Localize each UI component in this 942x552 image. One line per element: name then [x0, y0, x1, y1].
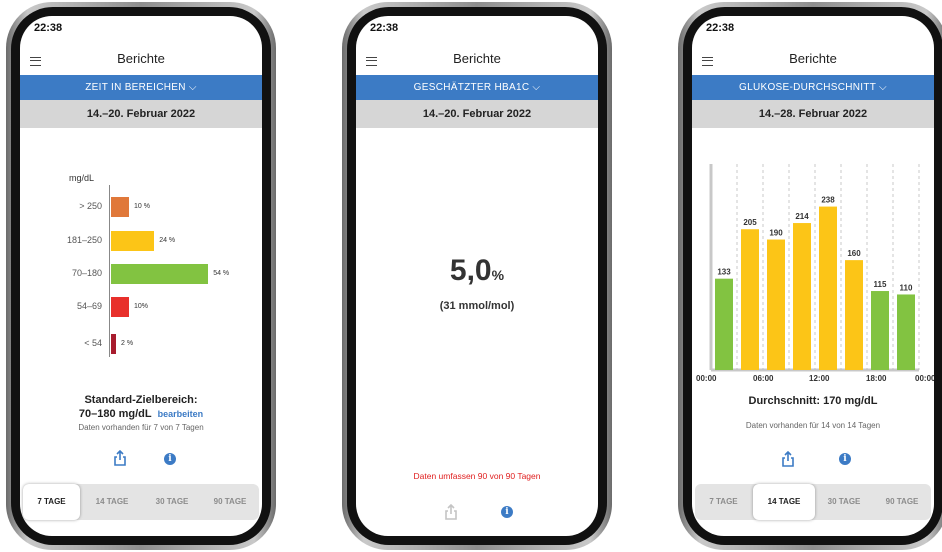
tab-14-tage[interactable]: 14 TAGE [81, 484, 143, 520]
tab-7-tage[interactable]: 7 TAGE [23, 484, 80, 520]
page-title: Berichte [453, 51, 501, 66]
page-title: Berichte [789, 51, 837, 66]
x-tick-label: 00:00 [696, 374, 717, 383]
tab-90-tage[interactable]: 90 TAGE [873, 484, 931, 520]
range-bar [111, 231, 155, 251]
screen-time-in-ranges: 22:38 Berichte ZEIT IN BEREICHEN ⌵ 14.–2… [20, 16, 262, 536]
share-icon [444, 503, 458, 525]
bar-value-label: 190 [769, 229, 783, 238]
phone-frame-hba1c: 22:38 Berichte GESCHÄTZTER HBA1C ⌵ 14.–2… [342, 2, 612, 550]
hba1c-number: 5,0 [449, 254, 492, 287]
range-bar [111, 334, 116, 354]
info-icon[interactable]: i [501, 506, 513, 518]
edit-target-link[interactable]: bearbeiten [158, 409, 204, 419]
report-selector[interactable]: ZEIT IN BEREICHEN ⌵ [20, 75, 262, 100]
hba1c-value: 5,0% [356, 254, 598, 288]
tab-90-tage[interactable]: 90 TAGE [201, 484, 259, 520]
range-row: 181–250 24 % [20, 231, 262, 251]
data-coverage-note: Daten umfassen 90 von 90 Tagen [413, 471, 541, 481]
range-row: > 250 10 % [20, 197, 262, 217]
glucose-bar [767, 239, 785, 370]
range-bar [111, 297, 129, 317]
glucose-bar [819, 206, 837, 370]
phone-frame-glucose-average: 22:38 Berichte GLUKOSE-DURCHSCHNITT ⌵ 14… [678, 2, 942, 550]
bar-value-label: 205 [743, 218, 757, 227]
range-percent: 24 % [159, 237, 176, 244]
glucose-bar [845, 260, 863, 370]
glucose-average-chart: 133 205 190 214 238 160 115 110 [709, 164, 920, 372]
range-label: < 54 [84, 338, 102, 348]
range-bar [111, 197, 129, 217]
glucose-bar [871, 291, 889, 370]
status-time: 22:38 [370, 22, 399, 34]
glucose-bar [715, 278, 733, 370]
data-available-text: Daten vorhanden für 14 von 14 Tagen [745, 421, 881, 430]
x-tick-label: 12:00 [809, 374, 830, 383]
hba1c-unit: % [491, 267, 505, 283]
range-row: 70–180 54 % [20, 264, 262, 284]
target-range-line: 70–180 mg/dL bearbeiten [20, 408, 262, 420]
period-tabs: 7 TAGE 14 TAGE 30 TAGE 90 TAGE [695, 484, 931, 520]
tab-30-tage[interactable]: 30 TAGE [815, 484, 873, 520]
target-range-title: Standard-Zielbereich: [84, 394, 198, 406]
range-row: < 54 2 % [20, 334, 262, 354]
range-percent: 54 % [213, 270, 230, 277]
date-range: 14.–28. Februar 2022 [692, 100, 934, 128]
range-label: 70–180 [71, 268, 102, 278]
bar-value-label: 133 [717, 268, 731, 277]
share-icon[interactable] [113, 449, 127, 471]
x-tick-label: 06:00 [753, 374, 774, 383]
data-available-text: Daten vorhanden für 7 von 7 Tagen [78, 423, 204, 432]
page-title: Berichte [117, 51, 165, 66]
glucose-bar [793, 223, 811, 370]
info-icon[interactable]: i [839, 453, 851, 465]
range-label: 181–250 [66, 235, 102, 245]
average-value: Durchschnitt: 170 mg/dL [748, 395, 878, 407]
tab-14-tage[interactable]: 14 TAGE [753, 484, 815, 520]
bar-value-label: 160 [847, 249, 861, 258]
status-time: 22:38 [34, 22, 63, 34]
date-range: 14.–20. Februar 2022 [356, 100, 598, 128]
share-icon[interactable] [781, 450, 795, 472]
range-percent: 10 % [134, 203, 150, 210]
target-range-value: 70–180 mg/dL [78, 408, 152, 420]
tab-7-tage[interactable]: 7 TAGE [695, 484, 752, 520]
bar-value-label: 238 [821, 196, 835, 205]
report-selector[interactable]: GLUKOSE-DURCHSCHNITT ⌵ [692, 75, 934, 100]
x-tick-label: 00:00 [915, 374, 934, 383]
range-row: 54–69 10% [20, 297, 262, 317]
hba1c-mmol: (31 mmol/mol) [439, 300, 515, 312]
range-percent: 10% [134, 303, 149, 310]
range-label: > 250 [79, 201, 102, 211]
period-tabs: 7 TAGE 14 TAGE 30 TAGE 90 TAGE [23, 484, 259, 520]
glucose-bar [897, 294, 915, 370]
info-icon[interactable]: i [164, 453, 176, 465]
bar-value-label: 110 [900, 283, 913, 292]
date-range: 14.–20. Februar 2022 [20, 100, 262, 128]
bar-value-label: 115 [874, 280, 887, 289]
bar-value-label: 214 [795, 212, 809, 221]
phone-frame-time-in-ranges: 22:38 Berichte ZEIT IN BEREICHEN ⌵ 14.–2… [6, 2, 276, 550]
range-percent: 2 % [121, 340, 134, 347]
x-tick-label: 18:00 [866, 374, 887, 383]
screen-glucose-average: 22:38 Berichte GLUKOSE-DURCHSCHNITT ⌵ 14… [692, 16, 934, 536]
tab-30-tage[interactable]: 30 TAGE [143, 484, 201, 520]
screen-estimated-hba1c: 22:38 Berichte GESCHÄTZTER HBA1C ⌵ 14.–2… [356, 16, 598, 536]
report-selector[interactable]: GESCHÄTZTER HBA1C ⌵ [356, 75, 598, 100]
status-time: 22:38 [706, 22, 735, 34]
range-bar [111, 264, 209, 284]
range-label: 54–69 [76, 301, 102, 311]
glucose-bar [741, 229, 759, 370]
unit-label: mg/dL [69, 173, 95, 183]
